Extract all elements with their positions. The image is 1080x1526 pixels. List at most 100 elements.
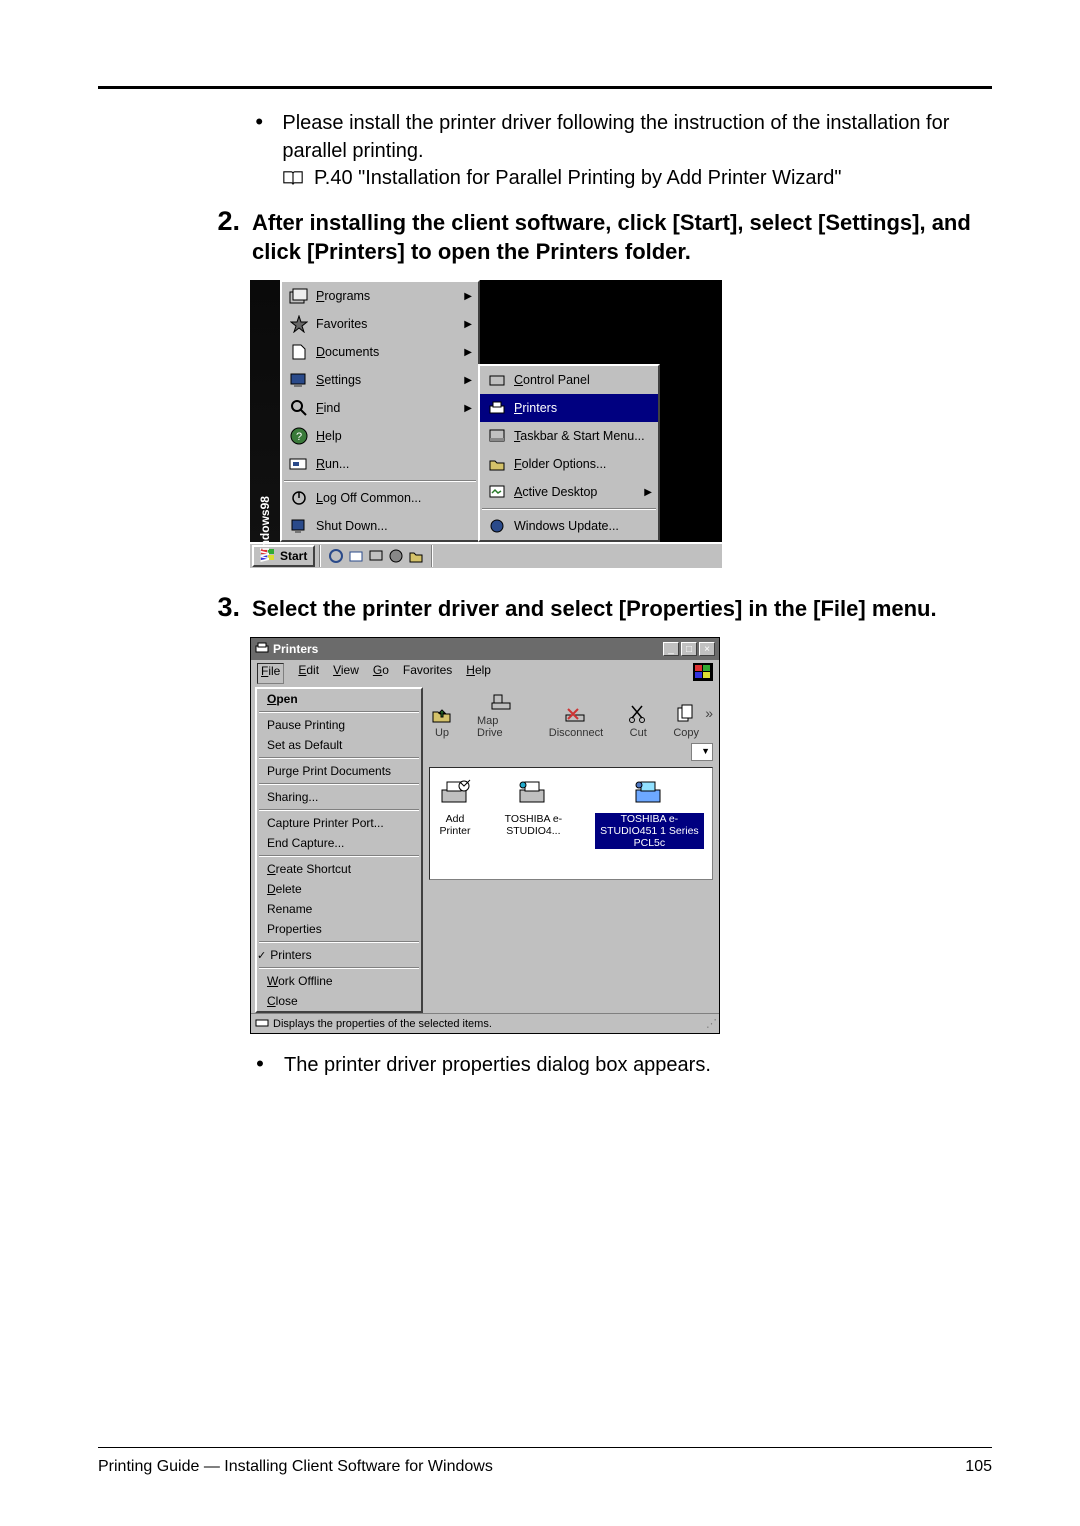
device-printer-2-selected[interactable]: TOSHIBA e-STUDIO451 1 Series PCL5c [595,778,704,849]
submenu-label: Folder Options... [514,457,606,471]
active-desktop-icon [486,481,508,503]
printer-icon [632,778,666,811]
step-2-number: 2. [210,208,240,266]
address-dropdown[interactable] [691,743,713,761]
file-menu-dropdown[interactable]: Open Pause Printing Set as Default Purge… [255,687,423,1013]
start-item-label: Run... [316,457,349,471]
submenu-windows-update[interactable]: Windows Update... [480,512,658,540]
printers-title-icon [255,642,269,657]
device-label: TOSHIBA e-STUDIO451 1 Series PCL5c [595,813,704,849]
tb-label: Disconnect [549,727,603,739]
tb-cut[interactable]: Cut [625,703,651,739]
screenshot-start-menu: Windows98 Programs▶ Favorites▶ [250,280,986,568]
menu-help[interactable]: Help [466,663,491,684]
start-menu[interactable]: Programs▶ Favorites▶ Documents▶ Set [280,280,480,542]
start-item-settings[interactable]: Settings▶ [282,366,478,394]
tb-label: Copy [673,727,699,739]
start-item-documents[interactable]: Documents▶ [282,338,478,366]
post-bullet-row: • The printer driver properties dialog b… [254,1052,986,1080]
device-add-printer[interactable]: Add Printer [438,778,472,849]
cross-ref-row: P.40 "Installation for Parallel Printing… [282,167,986,190]
bullet-dot: • [254,1052,266,1080]
brand-text: Windows98 [258,496,272,562]
start-item-help[interactable]: ? Help [282,422,478,450]
ql-channels-icon[interactable] [387,547,405,565]
file-end-capture[interactable]: End Capture... [257,833,421,853]
tb-label: Cut [630,727,647,739]
submenu-control-panel[interactable]: Control Panel [480,366,658,394]
file-rename[interactable]: Rename [257,899,421,919]
tb-up[interactable]: Up [429,703,455,739]
file-sharing[interactable]: Sharing... [257,787,421,807]
device-printer-1[interactable]: TOSHIBA e-STUDIO4... [502,778,565,849]
maximize-button[interactable]: □ [681,642,697,656]
file-delete[interactable]: Delete [257,879,421,899]
ql-desktop-icon[interactable] [367,547,385,565]
add-printer-icon [438,778,472,811]
submenu-label: Windows Update... [514,519,619,533]
step-2: 2. After installing the client software,… [254,208,986,266]
file-capture-port[interactable]: Capture Printer Port... [257,813,421,833]
menu-separator [259,711,419,713]
svg-text:?: ? [296,431,302,443]
device-label: Add Printer [438,813,472,837]
toolbar-overflow-icon[interactable]: » [705,705,713,721]
ql-folder-icon[interactable] [407,547,425,565]
find-icon [288,397,310,419]
start-item-logoff[interactable]: Log Off Common... [282,484,478,512]
file-set-default[interactable]: Set as Default [257,735,421,755]
taskbar-separator [319,545,321,567]
start-item-label: Favorites [316,317,367,331]
tb-map-drive[interactable]: Map Drive [477,691,527,739]
menu-edit[interactable]: Edit [298,663,319,684]
submenu-label: Active Desktop [514,485,597,499]
menu-go[interactable]: Go [373,663,389,684]
minimize-button[interactable]: _ [663,642,679,656]
file-purge[interactable]: Purge Print Documents [257,761,421,781]
start-item-label: Log Off Common... [316,491,421,505]
printers-icon-area[interactable]: Add Printer TOSHIBA e-STUDIO4... TOSHIBA… [429,767,713,880]
run-icon [288,453,310,475]
start-item-programs[interactable]: Programs▶ [282,282,478,310]
settings-submenu[interactable]: Control Panel Printers Taskbar & Start M… [478,364,660,542]
quick-launch[interactable] [323,547,429,565]
submenu-folder-options[interactable]: Folder Options... [480,450,658,478]
tb-copy[interactable]: Copy [673,703,699,739]
status-text: Displays the properties of the selected … [273,1018,492,1030]
close-button[interactable]: × [699,642,715,656]
start-item-label: Documents [316,345,379,359]
bullet-dot: • [254,110,264,165]
ql-ie-icon[interactable] [327,547,345,565]
start-menu-brand-bar: Windows98 [250,280,280,542]
menu-file[interactable]: File [257,663,284,684]
start-item-find[interactable]: Find▶ [282,394,478,422]
ql-outlook-icon[interactable] [347,547,365,565]
menu-favorites[interactable]: Favorites [403,663,452,684]
tb-disconnect[interactable]: Disconnect [549,703,603,739]
file-properties[interactable]: Properties [257,919,421,939]
cut-icon [625,703,651,725]
file-pause-printing[interactable]: Pause Printing [257,715,421,735]
submenu-printers[interactable]: Printers [480,394,658,422]
resize-grip-icon[interactable]: ⋰ [706,1017,715,1030]
start-item-label: Shut Down... [316,519,388,533]
file-work-offline[interactable]: Work Offline [257,971,421,991]
file-close[interactable]: Close [257,991,421,1011]
file-printers-checked[interactable]: Printers [257,945,421,965]
submenu-active-desktop[interactable]: Active Desktop▶ [480,478,658,506]
step-3-number: 3. [210,594,240,623]
start-item-shutdown[interactable]: Shut Down... [282,512,478,540]
intro-bullet-text: Please install the printer driver follow… [282,110,986,165]
submenu-label: Control Panel [514,373,590,387]
menubar[interactable]: File Edit View Go Favorites Help [251,660,719,687]
start-item-favorites[interactable]: Favorites▶ [282,310,478,338]
file-open[interactable]: Open [257,689,421,709]
submenu-taskbar[interactable]: Taskbar & Start Menu... [480,422,658,450]
start-item-run[interactable]: Run... [282,450,478,478]
file-create-shortcut[interactable]: Create Shortcut [257,859,421,879]
menu-view[interactable]: View [333,663,359,684]
taskbar-separator [431,545,433,567]
menu-separator [259,941,419,943]
taskbar: Start [250,542,722,568]
screenshot-printers-window: Printers _ □ × File Edit View Go Favorit… [250,637,986,1034]
